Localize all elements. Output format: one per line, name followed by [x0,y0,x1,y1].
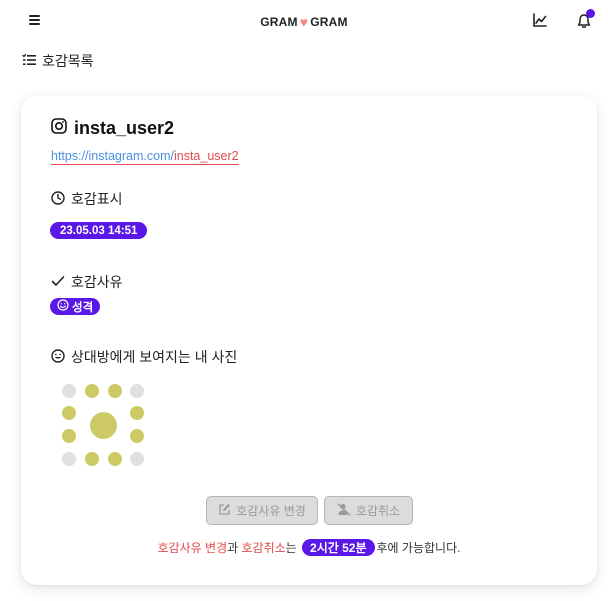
spinner-dot [62,429,76,443]
spinner-dot [62,384,76,398]
brand-right: GRAM [310,15,348,29]
photo-label: 상대방에게 보여지는 내 사진 [71,349,238,365]
spinner-dot [108,452,122,466]
reason-value: 성격 [72,301,94,314]
list-icon [22,53,36,70]
availability-notice: 호감사유 변경 과 호감취소 는 2시간 52분 후에 가능합니다. [21,539,597,556]
username: insta_user2 [74,118,175,138]
notice-conj1: 과 [227,541,242,555]
spinner-center [90,412,117,439]
heart-icon: ♥ [299,14,309,30]
cancel-like-button[interactable]: 호감취소 [324,496,413,525]
user-slash-icon [337,502,351,519]
grin-icon [51,348,65,366]
profile-header: insta_user2 [51,118,174,139]
section-heading[interactable]: 호감목록 [22,53,94,69]
reason-label-row: 호감사유 [51,272,123,292]
link-base: https://instagram.com/ [51,149,174,163]
brand-left: GRAM [260,15,298,29]
section-title: 호감목록 [42,53,94,69]
spinner-dot [108,384,122,398]
change-reason-label: 호감사유 변경 [236,504,306,518]
notice-change: 호감사유 변경 [157,541,228,555]
loading-spinner [61,382,151,472]
chart-line-icon[interactable] [532,12,548,28]
notice-conj2: 는 [285,541,301,555]
time-label: 호감표시 [71,191,123,207]
spinner-dot [85,452,99,466]
spinner-dot [85,384,99,398]
clock-icon [51,190,65,208]
smile-icon [57,299,69,314]
notice-cancel: 호감취소 [241,541,286,555]
edit-icon [218,503,231,519]
cancel-like-label: 호감취소 [355,504,401,518]
photo-label-row: 상대방에게 보여지는 내 사진 [51,347,237,367]
spinner-dot [62,406,76,420]
notification-dot [586,9,595,18]
spinner-dot [130,429,144,443]
check-icon [51,274,65,291]
like-card: insta_user2 https://instagram.com/insta_… [21,96,597,585]
instagram-icon [51,118,67,139]
change-reason-button[interactable]: 호감사유 변경 [206,496,318,525]
time-value: 23.05.03 14:51 [60,224,138,237]
instagram-profile-link[interactable]: https://instagram.com/insta_user2 [51,149,239,165]
link-handle: insta_user2 [173,149,239,163]
reason-label: 호감사유 [71,274,123,290]
time-label-row: 호감표시 [51,189,123,209]
time-badge: 23.05.03 14:51 [50,222,148,239]
brand-logo[interactable]: GRAM ♥ GRAM [0,13,608,30]
spinner-dot [130,406,144,420]
remaining-time-badge: 2시간 52분 [302,539,375,556]
reason-badge: 성격 [50,298,101,315]
spinner-dot [130,384,144,398]
spinner-dot [130,452,144,466]
spinner-dot [62,452,76,466]
notice-tail: 후에 가능합니다. [376,541,461,555]
top-bar: GRAM ♥ GRAM [0,0,608,42]
